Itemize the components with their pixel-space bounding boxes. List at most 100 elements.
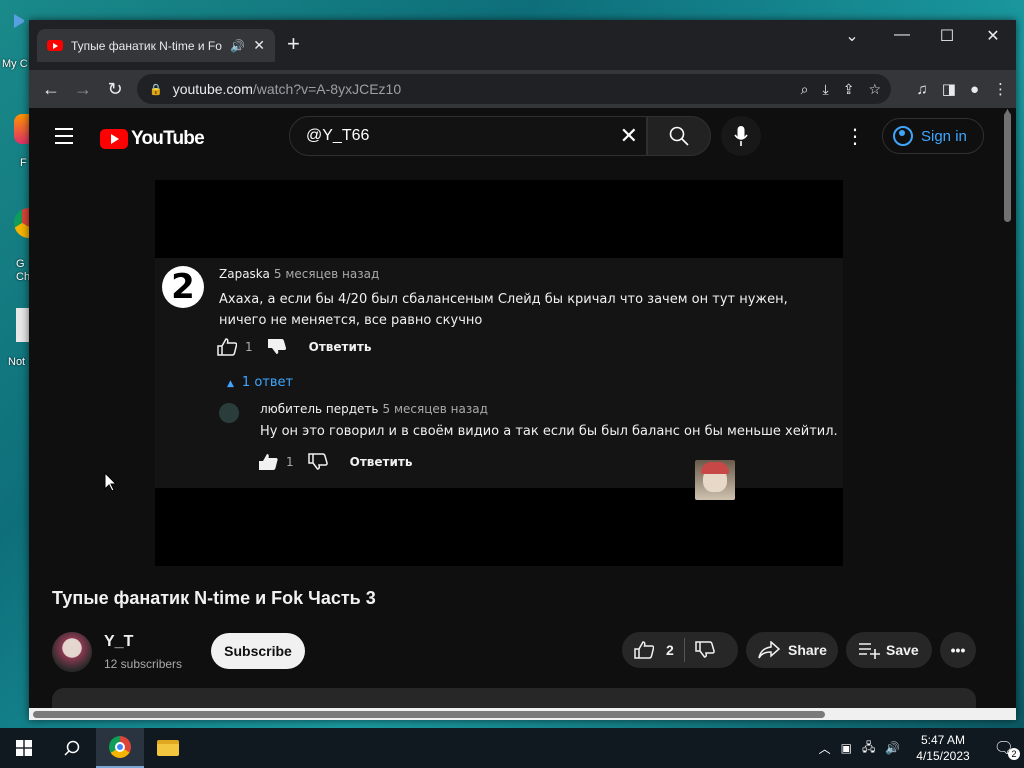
minimize-button[interactable]: — <box>879 26 925 44</box>
commenter-avatar: 2 <box>162 266 204 308</box>
subscribe-button[interactable]: Subscribe <box>211 633 305 669</box>
lock-icon[interactable]: 🔒 <box>149 83 163 96</box>
video-frame-comment-screenshot: 2 Zapaska 5 месяцев назад Ахаха, а если б… <box>155 258 843 488</box>
bookmark-star-icon[interactable]: ☆ <box>868 81 881 98</box>
thumbs-up-icon <box>634 641 654 659</box>
video-player[interactable]: 2 Zapaska 5 месяцев назад Ахаха, а если б… <box>155 180 843 566</box>
more-actions-button[interactable]: ••• <box>940 632 976 668</box>
youtube-logo[interactable]: YouTube <box>100 128 205 150</box>
channel-avatar[interactable] <box>52 632 92 672</box>
tab-search-chevron-icon[interactable]: ⌄ <box>829 26 875 46</box>
clock-date: 4/15/2023 <box>916 749 970 763</box>
thumbs-down-outline-icon <box>307 453 328 470</box>
desktop-icon-label: G Ch <box>16 258 31 283</box>
windows-logo-icon <box>16 740 32 756</box>
back-button[interactable]: ← <box>35 79 67 100</box>
address-bar[interactable]: 🔒 youtube.com/watch?v=A-8yxJCEz10 ⌕ ⤓ ⇪ … <box>137 74 891 104</box>
close-window-button[interactable]: ✕ <box>970 26 1016 46</box>
clear-search-icon[interactable]: ✕ <box>620 123 638 149</box>
thumbs-up-outline-icon <box>217 338 237 356</box>
tab-title: Тупые фанатик N-time и Fok <box>71 38 223 53</box>
save-button[interactable]: Save <box>846 632 932 668</box>
tab-youtube[interactable]: Тупые фанатик N-time и Fok 🔊 ✕ <box>37 29 275 62</box>
search-input[interactable]: @Y_T66 ✕ <box>289 116 647 156</box>
youtube-favicon-icon <box>47 40 63 51</box>
taskbar-chrome[interactable] <box>96 728 144 768</box>
desktop-icon-label: F <box>20 157 27 169</box>
media-control-icon[interactable]: ♫ <box>917 81 928 98</box>
clock[interactable]: 5:47 AM 4/15/2023 <box>916 732 969 764</box>
more-horizontal-icon: ••• <box>950 642 966 658</box>
vertical-scrollbar[interactable]: ▲ <box>999 106 1016 720</box>
search-button[interactable] <box>647 116 711 156</box>
reply-time: 5 месяцев назад <box>382 402 488 416</box>
profile-icon[interactable]: ● <box>970 81 979 98</box>
search-icon <box>64 740 80 756</box>
notifications-icon[interactable]: 🗨 2 <box>994 738 1020 760</box>
mouse-cursor-icon <box>104 472 116 492</box>
desktop-icon-label: My C <box>2 58 28 70</box>
install-app-icon[interactable]: ⤓ <box>823 81 829 98</box>
side-panel-icon[interactable]: ◨ <box>942 80 956 98</box>
desktop-icon-computer[interactable] <box>14 10 30 50</box>
chrome-icon[interactable] <box>14 208 30 238</box>
sign-in-button[interactable]: Sign in <box>882 118 984 154</box>
horizontal-scrollbar[interactable] <box>29 708 1016 720</box>
reload-button[interactable]: ↻ <box>99 79 131 100</box>
browser-toolbar: ← → ↻ 🔒 youtube.com/watch?v=A-8yxJCEz10 … <box>29 70 1016 108</box>
chrome-icon <box>109 736 131 758</box>
forward-button[interactable]: → <box>67 79 99 100</box>
voice-search-button[interactable] <box>721 116 761 156</box>
youtube-play-icon <box>100 129 128 149</box>
url-host: youtube.com <box>172 81 253 97</box>
new-tab-button[interactable]: + <box>287 33 300 55</box>
share-button[interactable]: Share <box>746 632 838 668</box>
network-icon[interactable]: 🖧 <box>862 738 875 759</box>
reply-author-avatar <box>219 403 239 423</box>
horizontal-scroll-thumb[interactable] <box>33 711 825 718</box>
speaker-icon[interactable]: 🔊 <box>230 39 245 53</box>
firefox-icon[interactable] <box>14 114 30 144</box>
replies-toggle: ▲ 1 ответ <box>227 375 293 390</box>
comment-like-count: 1 <box>245 340 253 354</box>
search-value: @Y_T66 <box>306 127 370 144</box>
volume-icon[interactable]: 🔊 <box>885 741 900 755</box>
like-button[interactable]: 2 <box>634 641 674 659</box>
reply-actions: 1 Ответить <box>258 453 412 471</box>
close-tab-icon[interactable]: ✕ <box>253 37 265 54</box>
share-icon <box>758 641 780 659</box>
reply-reply-label: Ответить <box>349 455 413 469</box>
sign-in-label: Sign in <box>921 127 967 145</box>
replies-count: 1 ответ <box>241 375 294 390</box>
desktop-icon-label: Not <box>8 356 26 368</box>
microphone-icon <box>734 126 748 146</box>
youtube-logo-text: YouTube <box>131 128 205 149</box>
thumbs-down-icon[interactable] <box>695 641 715 659</box>
notification-count: 2 <box>1008 748 1020 760</box>
like-dislike-group: 2 <box>622 632 738 668</box>
vertical-scroll-thumb[interactable] <box>1004 112 1011 222</box>
save-label: Save <box>886 642 919 658</box>
chrome-menu-icon[interactable]: ⋮ <box>993 80 1008 98</box>
taskbar-search-button[interactable] <box>48 728 96 768</box>
share-page-icon[interactable]: ⇪ <box>843 81 855 98</box>
notepad-icon[interactable] <box>16 308 30 342</box>
like-count: 2 <box>666 642 674 658</box>
thumbs-up-filled-icon <box>259 454 278 470</box>
browser-window: Тупые фанатик N-time и Fok 🔊 ✕ + ⌄ — ☐ ✕… <box>29 20 1016 720</box>
maximize-button[interactable]: ☐ <box>924 26 970 46</box>
video-letterbox-bottom <box>155 488 843 566</box>
start-button[interactable] <box>0 728 48 768</box>
clock-time: 5:47 AM <box>920 733 965 747</box>
settings-kebab-icon[interactable]: ⋮ <box>845 124 865 149</box>
hamburger-menu-icon[interactable] <box>55 128 73 149</box>
tray-app-icon[interactable]: ▣ <box>841 741 852 755</box>
channel-name[interactable]: Y_T <box>104 633 133 651</box>
zoom-icon[interactable]: ⌕ <box>801 81 809 98</box>
share-label: Share <box>788 642 827 658</box>
reply-like-count: 1 <box>286 455 294 469</box>
tray-overflow-chevron-icon[interactable]: ︿ <box>819 740 831 757</box>
reply-text: Ну он это говорил и в своём видио а так … <box>260 424 838 439</box>
taskbar-file-explorer[interactable] <box>144 728 192 768</box>
channel-watermark-avatar[interactable] <box>695 460 735 500</box>
